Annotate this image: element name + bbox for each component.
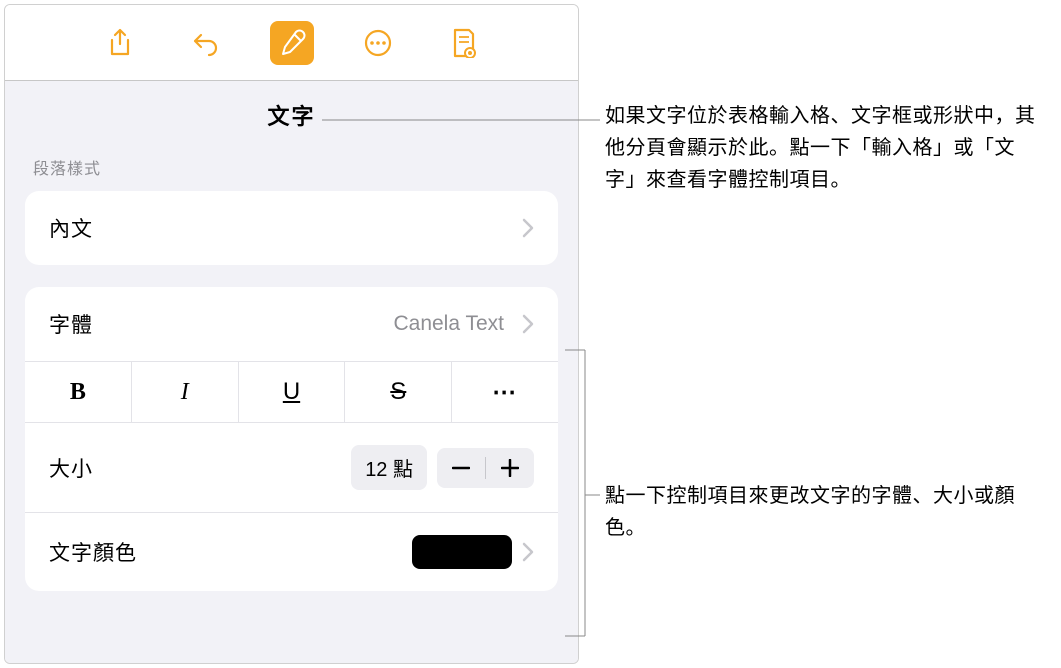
font-label: 字體 (49, 309, 93, 339)
size-increase-button[interactable] (486, 448, 534, 488)
color-swatch[interactable] (412, 535, 512, 569)
size-decrease-button[interactable] (437, 448, 485, 488)
size-stepper (437, 448, 534, 488)
text-color-label: 文字顏色 (49, 537, 137, 567)
underline-button[interactable]: U (238, 362, 345, 422)
share-button[interactable] (98, 21, 142, 65)
undo-icon (191, 29, 221, 57)
undo-button[interactable] (184, 21, 228, 65)
size-label: 大小 (49, 453, 93, 483)
paragraph-style-caption: 段落樣式 (5, 141, 578, 185)
text-color-row[interactable]: 文字顏色 (25, 512, 558, 591)
more-button[interactable] (356, 21, 400, 65)
italic-button[interactable]: I (131, 362, 238, 422)
size-value-button[interactable]: 12 點 (351, 445, 427, 490)
strikethrough-button[interactable]: S (344, 362, 451, 422)
tab-header: 文字 (5, 81, 578, 141)
text-style-buttons: B I U S ⋯ (25, 361, 558, 422)
chevron-right-icon (522, 218, 534, 238)
font-value: Canela Text (393, 312, 504, 336)
font-card: 字體 Canela Text B I U S ⋯ 大小 12 點 (25, 287, 558, 591)
share-icon (106, 28, 134, 58)
paragraph-style-value: 內文 (49, 213, 93, 243)
chevron-right-icon (522, 314, 534, 334)
paragraph-style-card: 內文 (25, 191, 558, 265)
toolbar (5, 5, 578, 81)
document-view-icon (451, 28, 477, 58)
format-panel: 文字 段落樣式 內文 字體 Canela Text (4, 4, 579, 664)
plus-icon (501, 459, 519, 477)
format-button[interactable] (270, 21, 314, 65)
size-row: 大小 12 點 (25, 422, 558, 512)
document-view-button[interactable] (442, 21, 486, 65)
format-paint-icon (278, 29, 306, 57)
more-styles-button[interactable]: ⋯ (451, 362, 558, 422)
font-row[interactable]: 字體 Canela Text (25, 287, 558, 361)
chevron-right-icon (522, 542, 534, 562)
paragraph-style-row[interactable]: 內文 (25, 191, 558, 265)
bold-button[interactable]: B (25, 362, 131, 422)
tab-text[interactable]: 文字 (267, 104, 315, 129)
minus-icon (452, 466, 470, 470)
more-icon (363, 28, 393, 58)
callout-tab-info: 如果文字位於表格輸入格、文字框或形狀中，其他分頁會顯示於此。點一下「輸入格」或「… (605, 100, 1045, 196)
format-content: 文字 段落樣式 內文 字體 Canela Text (5, 81, 578, 663)
callout-controls-info: 點一下控制項目來更改文字的字體、大小或顏色。 (605, 480, 1035, 544)
